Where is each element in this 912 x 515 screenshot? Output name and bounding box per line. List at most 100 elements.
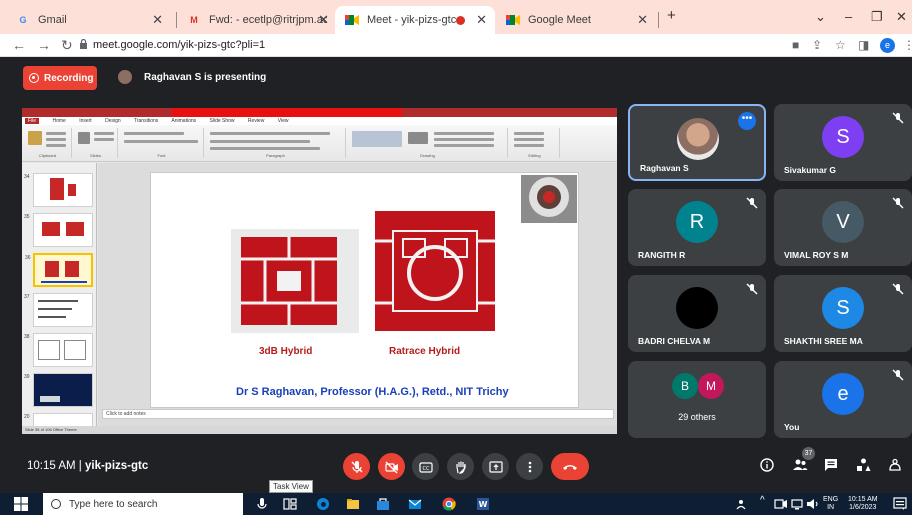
- others-count-label: 29 others: [678, 412, 716, 422]
- network-icon[interactable]: [790, 497, 804, 511]
- reload-icon[interactable]: ↻: [61, 37, 73, 54]
- people-tray-icon[interactable]: [735, 497, 749, 511]
- clock[interactable]: 10:15 AM 1/6/2023: [848, 496, 878, 512]
- file-explorer-icon[interactable]: [346, 497, 360, 511]
- hand-icon: [455, 461, 466, 474]
- shared-screen: File Home Insert Design Transitions Anim…: [22, 108, 617, 434]
- tray-chevron-icon[interactable]: ^: [760, 496, 765, 506]
- new-tab-button[interactable]: +: [667, 7, 676, 24]
- tab-search-icon[interactable]: ⌄: [815, 9, 826, 25]
- participant-name: Sivakumar G: [784, 165, 836, 175]
- meet-tray-icon[interactable]: [774, 497, 788, 511]
- maximize-icon[interactable]: ❐: [871, 9, 883, 25]
- host-controls-icon[interactable]: [888, 458, 902, 472]
- chrome-icon[interactable]: [442, 497, 456, 511]
- meeting-info-icon[interactable]: [760, 458, 774, 472]
- address-bar: ← → ↻ meet.google.com/yik-pizs-gtc?pli=1…: [0, 34, 912, 57]
- bookmark-star-icon[interactable]: ☆: [835, 38, 846, 52]
- camera-icon[interactable]: ■: [792, 38, 799, 52]
- slide-thumbnail[interactable]: 34: [24, 173, 93, 207]
- url-field[interactable]: meet.google.com/yik-pizs-gtc?pli=1: [93, 39, 265, 51]
- forward-arrow-icon[interactable]: →: [37, 37, 51, 53]
- notifications-icon[interactable]: [893, 497, 907, 511]
- clock-time: 10:15 AM: [848, 496, 878, 503]
- tab-google-meet[interactable]: Google Meet ✕: [496, 6, 656, 34]
- mic-off-icon: [746, 283, 758, 295]
- participant-name: You: [784, 422, 800, 432]
- tile-raghavan[interactable]: ••• Raghavan S: [628, 104, 766, 181]
- tile-sivakumar[interactable]: S Sivakumar G: [774, 104, 912, 181]
- share-icon[interactable]: ⇪: [812, 38, 822, 52]
- profile-avatar[interactable]: e: [880, 38, 895, 53]
- tab-meet-active[interactable]: Meet - yik-pizs-gtc ✕: [335, 6, 495, 34]
- slide-thumbnail[interactable]: 35: [24, 213, 93, 247]
- slide-number: 39: [24, 374, 30, 380]
- close-icon[interactable]: ✕: [637, 12, 648, 28]
- menu-dots-icon[interactable]: ⋮: [903, 38, 912, 52]
- volume-icon[interactable]: [806, 497, 820, 511]
- task-view-icon[interactable]: [283, 497, 297, 511]
- slide-thumbnail[interactable]: 37: [24, 293, 93, 327]
- side-panel-icon[interactable]: ◨: [858, 38, 869, 52]
- tile-others[interactable]: B M 29 others: [628, 361, 766, 438]
- close-icon[interactable]: ✕: [152, 12, 163, 28]
- windows-start-icon[interactable]: [14, 497, 28, 511]
- slide-thumbnail[interactable]: 39: [24, 373, 93, 407]
- tile-shakthi[interactable]: S SHAKTHI SREE MA: [774, 275, 912, 352]
- recording-indicator[interactable]: Recording: [23, 66, 97, 90]
- tile-rangith[interactable]: R RANGITH R: [628, 189, 766, 266]
- taskbar-search-box[interactable]: Type here to search: [43, 493, 243, 515]
- store-icon[interactable]: [376, 497, 390, 511]
- captions-icon: CC: [418, 461, 433, 473]
- task-view-tooltip: Task View: [269, 480, 313, 493]
- camera-toggle-button[interactable]: [378, 453, 405, 480]
- raise-hand-button[interactable]: [447, 453, 474, 480]
- tile-you[interactable]: e You: [774, 361, 912, 438]
- meet-icon: [506, 13, 520, 27]
- slide-editor: 3dB Hybrid Ratrace Hybrid Dr S Raghavan,…: [98, 163, 617, 434]
- slide-number: 34: [24, 174, 30, 180]
- back-arrow-icon[interactable]: ←: [12, 37, 26, 53]
- ribbon-group: Slides: [74, 128, 118, 158]
- ribbon-group-label: Editing: [528, 153, 541, 158]
- windows-taskbar: Type here to search W ^ ENG IN 10:15 AM …: [0, 493, 912, 515]
- participant-avatar: [676, 286, 718, 329]
- captions-button[interactable]: CC: [412, 453, 439, 480]
- chat-icon[interactable]: [824, 458, 838, 472]
- activities-icon[interactable]: [856, 458, 871, 472]
- recording-label: Recording: [44, 72, 94, 84]
- close-icon[interactable]: ✕: [476, 12, 487, 28]
- present-button[interactable]: [482, 453, 509, 480]
- mail-icon[interactable]: [408, 497, 422, 511]
- tab-title: Meet - yik-pizs-gtc: [367, 14, 457, 26]
- participant-avatar: S: [822, 286, 864, 329]
- participant-photo: [677, 118, 719, 160]
- leave-call-button[interactable]: [551, 453, 589, 480]
- slide-number: 35: [24, 214, 30, 220]
- close-icon[interactable]: ✕: [318, 12, 329, 28]
- tab-gmail-fwd[interactable]: M Fwd: - ecetlp@ritrjpm.ac.in - Ran ✕: [177, 6, 337, 34]
- slide-thumbnail-selected[interactable]: 36: [25, 253, 93, 287]
- word-icon[interactable]: W: [476, 497, 490, 511]
- more-options-button[interactable]: [516, 453, 543, 480]
- window-close-icon[interactable]: ✕: [896, 9, 907, 25]
- lock-icon[interactable]: [79, 39, 88, 49]
- ribbon-group-label: Drawing: [420, 153, 435, 158]
- microphone-icon[interactable]: [255, 497, 269, 511]
- slide-thumbnail[interactable]: 38: [24, 333, 93, 367]
- tab-gmail[interactable]: G Gmail ✕: [6, 6, 171, 34]
- presenter-avatar: [118, 70, 132, 84]
- ppt-tab: Home: [52, 118, 66, 124]
- camera-off-icon: [384, 461, 398, 473]
- language-indicator[interactable]: ENG IN: [823, 496, 838, 512]
- tile-badri[interactable]: BADRI CHELVA M: [628, 275, 766, 352]
- people-icon[interactable]: [792, 458, 808, 472]
- minimize-icon[interactable]: –: [845, 9, 852, 24]
- more-options-icon[interactable]: •••: [738, 112, 756, 130]
- tab-separator: [658, 12, 659, 28]
- notes-pane[interactable]: Click to add notes: [102, 409, 614, 419]
- mic-toggle-button[interactable]: [343, 453, 370, 480]
- edge-browser-icon[interactable]: [316, 497, 330, 511]
- current-slide[interactable]: 3dB Hybrid Ratrace Hybrid Dr S Raghavan,…: [150, 172, 579, 408]
- tile-vimal[interactable]: V VIMAL ROY S M: [774, 189, 912, 266]
